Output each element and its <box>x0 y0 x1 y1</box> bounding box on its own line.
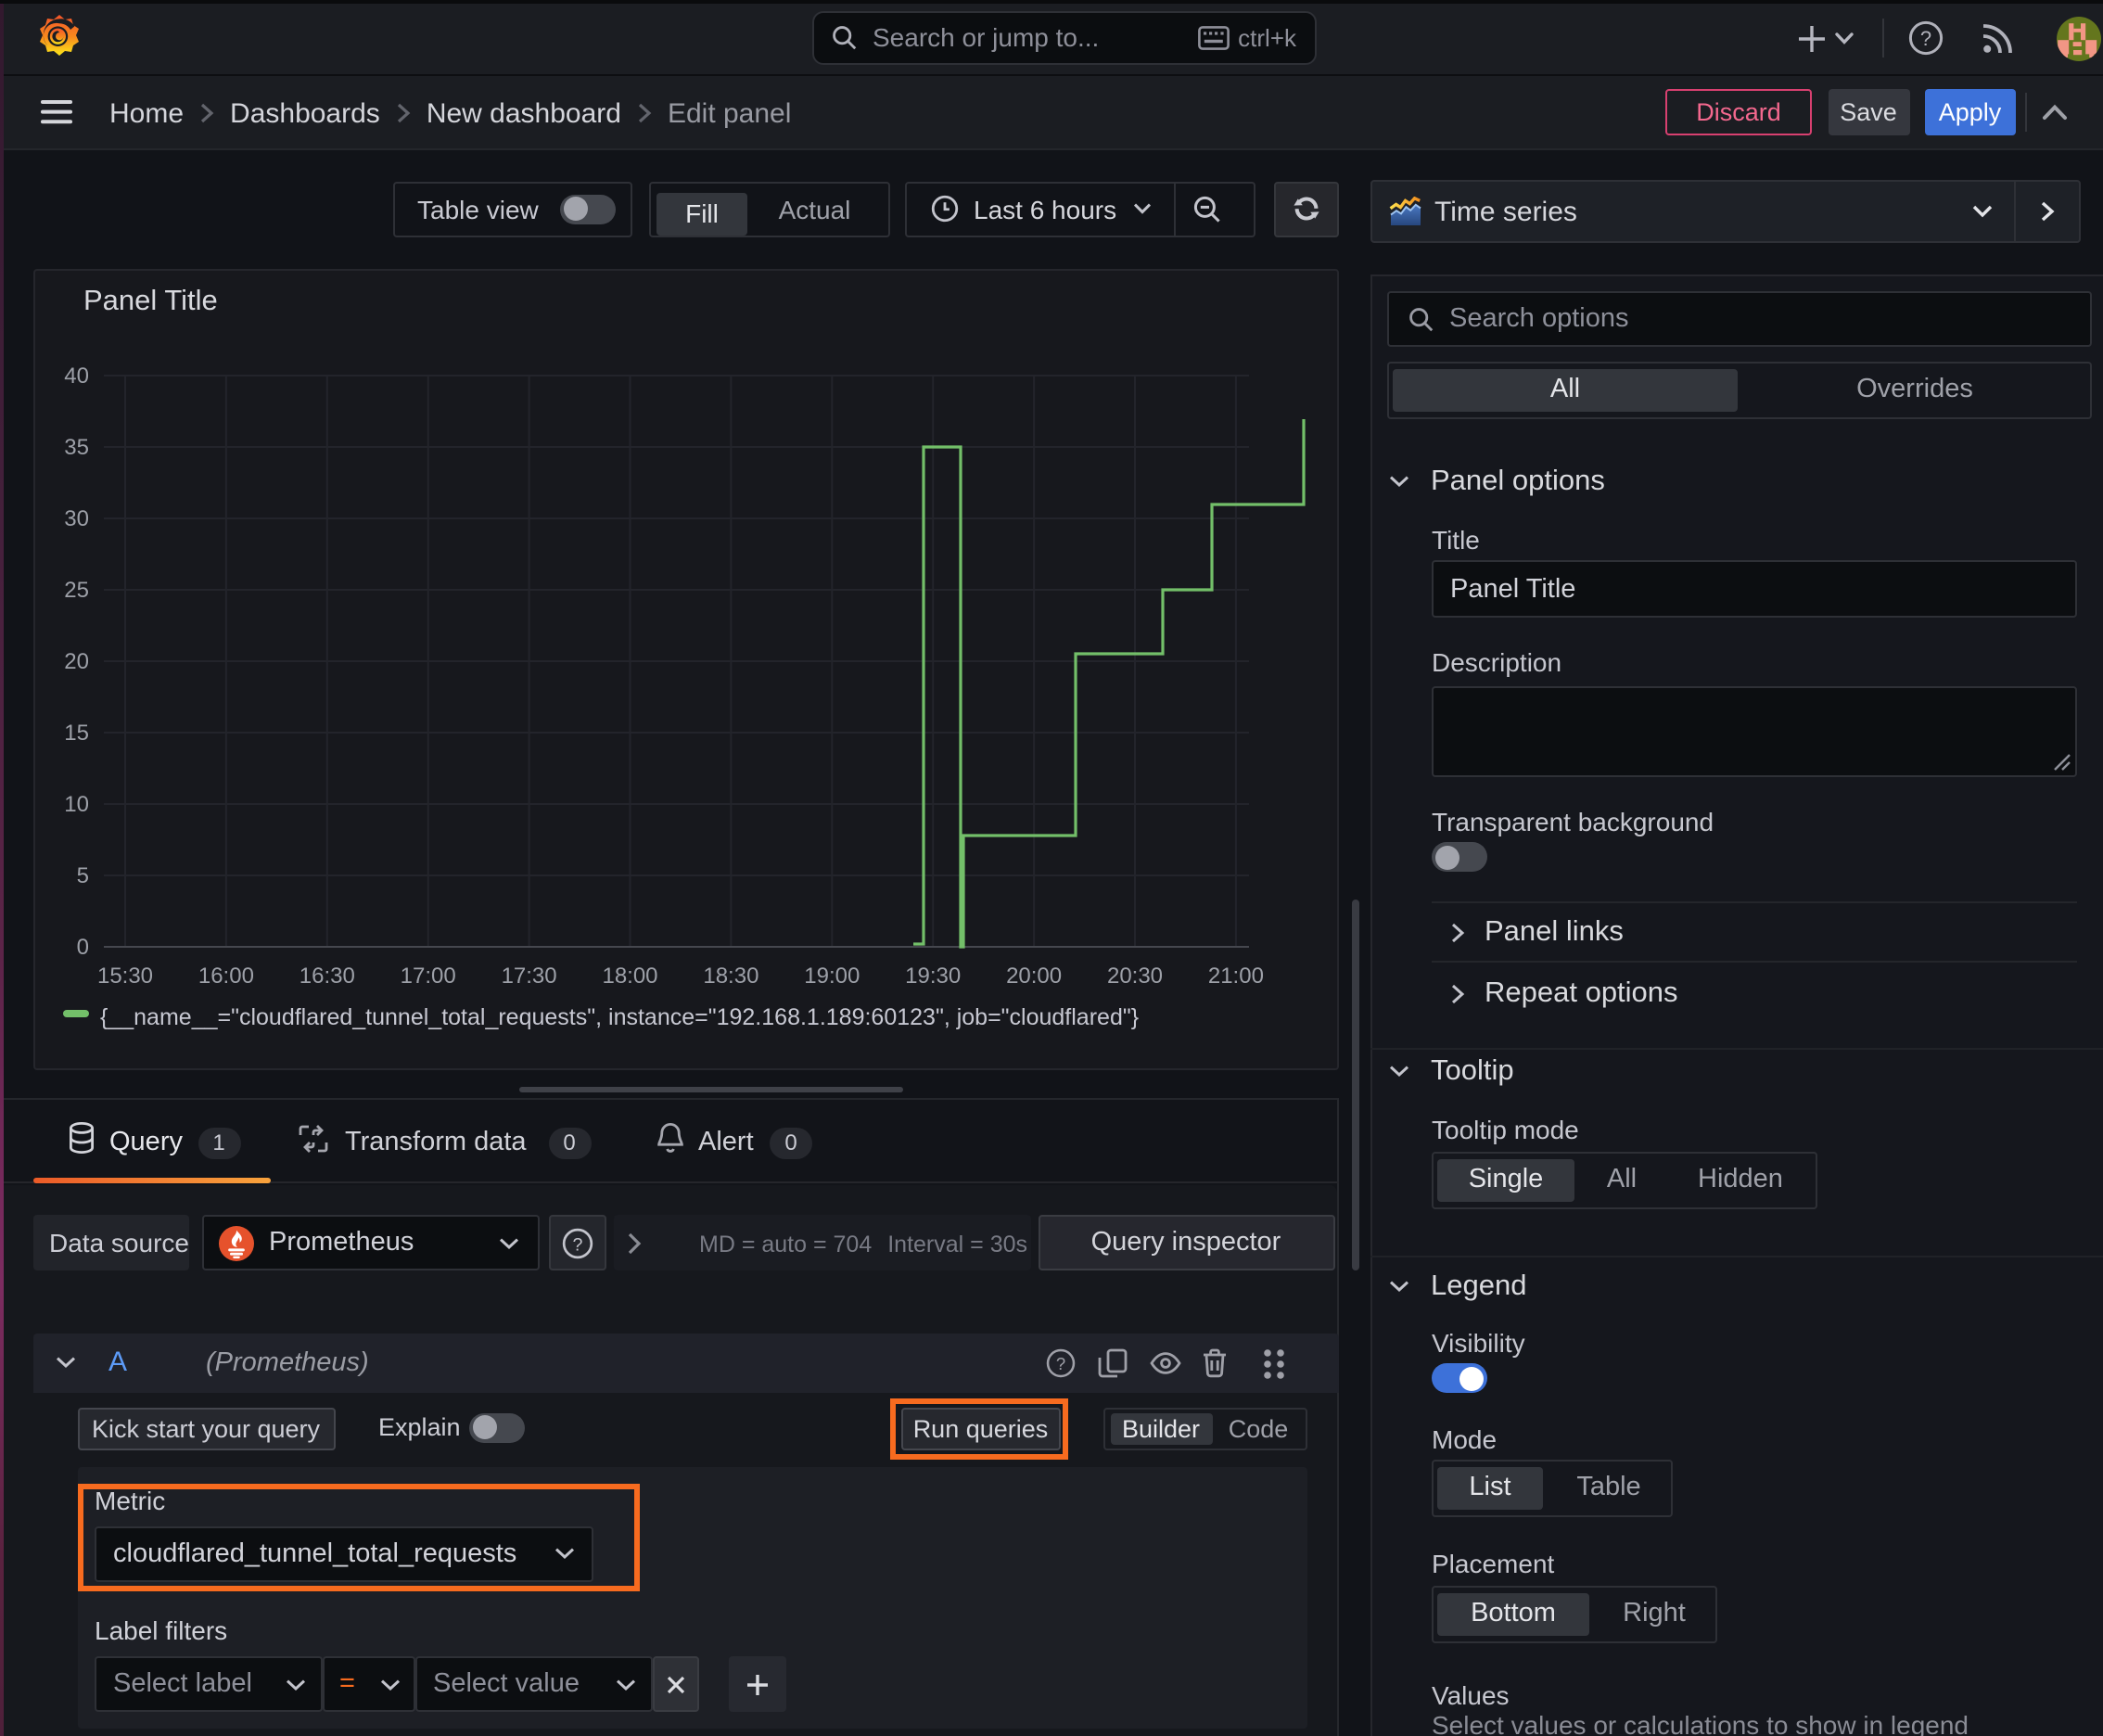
svg-text:25: 25 <box>64 577 89 602</box>
svg-text:0: 0 <box>77 934 89 959</box>
svg-text:?: ? <box>1920 27 1931 50</box>
svg-text:17:00: 17:00 <box>401 963 456 988</box>
svg-text:20:30: 20:30 <box>1107 963 1163 988</box>
svg-text:18:30: 18:30 <box>703 963 758 988</box>
svg-text:15:30: 15:30 <box>97 963 153 988</box>
svg-text:18:00: 18:00 <box>602 963 657 988</box>
svg-text:21:00: 21:00 <box>1208 963 1264 988</box>
svg-text:16:00: 16:00 <box>198 963 254 988</box>
svg-text:{__name__="cloudflared_tunnel_: {__name__="cloudflared_tunnel_total_requ… <box>100 1003 1139 1029</box>
svg-text:19:00: 19:00 <box>804 963 860 988</box>
svg-text:35: 35 <box>64 434 89 459</box>
svg-text:16:30: 16:30 <box>300 963 355 988</box>
svg-text:19:30: 19:30 <box>905 963 961 988</box>
svg-text:20: 20 <box>64 648 89 673</box>
svg-text:17:30: 17:30 <box>502 963 557 988</box>
svg-text:15: 15 <box>64 720 89 745</box>
svg-text:40: 40 <box>64 363 89 388</box>
svg-text:30: 30 <box>64 505 89 530</box>
svg-text:10: 10 <box>64 791 89 816</box>
svg-text:20:00: 20:00 <box>1006 963 1062 988</box>
svg-text:?: ? <box>1056 1354 1065 1373</box>
svg-text:5: 5 <box>77 862 89 887</box>
svg-text:?: ? <box>572 1233 582 1254</box>
